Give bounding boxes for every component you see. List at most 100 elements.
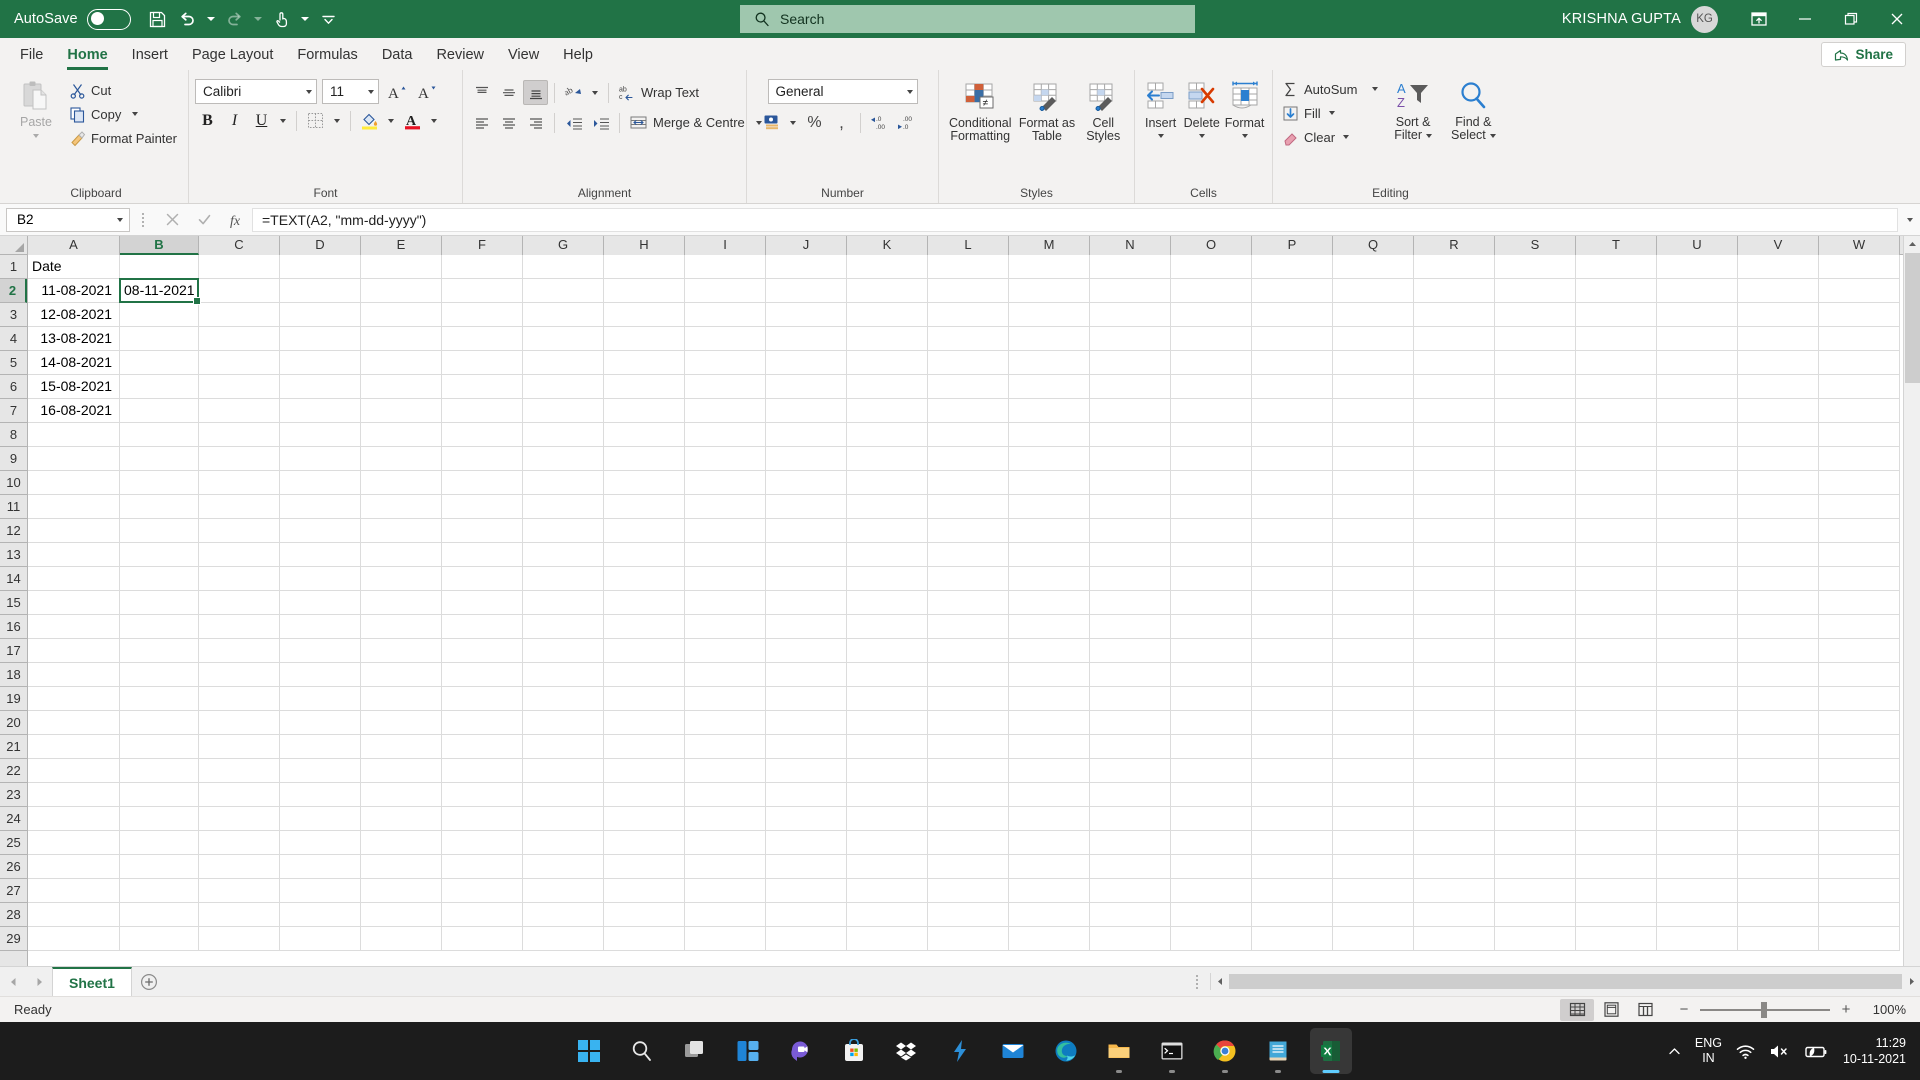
cell-u6[interactable] bbox=[1657, 375, 1738, 399]
cell-j20[interactable] bbox=[766, 711, 847, 735]
cell-j11[interactable] bbox=[766, 495, 847, 519]
cell-t23[interactable] bbox=[1576, 783, 1657, 807]
cell-h22[interactable] bbox=[604, 759, 685, 783]
cell-u29[interactable] bbox=[1657, 927, 1738, 951]
cell-d8[interactable] bbox=[280, 423, 361, 447]
formula-bar-grip[interactable] bbox=[136, 213, 150, 227]
cell-e26[interactable] bbox=[361, 855, 442, 879]
font-name-select[interactable]: Calibri bbox=[195, 79, 317, 104]
cell-e19[interactable] bbox=[361, 687, 442, 711]
cell-d18[interactable] bbox=[280, 663, 361, 687]
cell-g14[interactable] bbox=[523, 567, 604, 591]
cell-n24[interactable] bbox=[1090, 807, 1171, 831]
cell-f8[interactable] bbox=[442, 423, 523, 447]
cell-b10[interactable] bbox=[120, 471, 199, 495]
cell-a19[interactable] bbox=[28, 687, 120, 711]
cell-u21[interactable] bbox=[1657, 735, 1738, 759]
cell-m22[interactable] bbox=[1009, 759, 1090, 783]
minimize-button[interactable] bbox=[1782, 0, 1828, 38]
cell-w10[interactable] bbox=[1819, 471, 1900, 495]
save-button[interactable] bbox=[143, 4, 173, 34]
cell-f11[interactable] bbox=[442, 495, 523, 519]
cell-p3[interactable] bbox=[1252, 303, 1333, 327]
cell-k8[interactable] bbox=[847, 423, 928, 447]
column-header-f[interactable]: F bbox=[442, 236, 523, 255]
format-painter-button[interactable]: Format Painter bbox=[66, 126, 180, 150]
cell-r3[interactable] bbox=[1414, 303, 1495, 327]
cell-d11[interactable] bbox=[280, 495, 361, 519]
cell-q27[interactable] bbox=[1333, 879, 1414, 903]
cell-p29[interactable] bbox=[1252, 927, 1333, 951]
cell-r16[interactable] bbox=[1414, 615, 1495, 639]
cell-a4[interactable]: 13-08-2021 bbox=[28, 327, 120, 351]
volume-button[interactable] bbox=[1762, 1029, 1797, 1073]
row-header-25[interactable]: 25 bbox=[0, 831, 27, 855]
cell-a8[interactable] bbox=[28, 423, 120, 447]
paste-dropdown-caret[interactable] bbox=[33, 134, 39, 138]
cell-b15[interactable] bbox=[120, 591, 199, 615]
cell-q9[interactable] bbox=[1333, 447, 1414, 471]
cell-i26[interactable] bbox=[685, 855, 766, 879]
undo-dropdown[interactable] bbox=[203, 4, 220, 34]
cell-n23[interactable] bbox=[1090, 783, 1171, 807]
bold-button[interactable]: B bbox=[195, 108, 220, 133]
cell-d2[interactable] bbox=[280, 279, 361, 303]
cell-f25[interactable] bbox=[442, 831, 523, 855]
cell-r13[interactable] bbox=[1414, 543, 1495, 567]
cell-l6[interactable] bbox=[928, 375, 1009, 399]
cell-f10[interactable] bbox=[442, 471, 523, 495]
cell-r27[interactable] bbox=[1414, 879, 1495, 903]
cell-t8[interactable] bbox=[1576, 423, 1657, 447]
cell-l12[interactable] bbox=[928, 519, 1009, 543]
cell-c1[interactable] bbox=[199, 255, 280, 279]
cell-r20[interactable] bbox=[1414, 711, 1495, 735]
cell-s9[interactable] bbox=[1495, 447, 1576, 471]
cell-n11[interactable] bbox=[1090, 495, 1171, 519]
cell-i28[interactable] bbox=[685, 903, 766, 927]
cell-l18[interactable] bbox=[928, 663, 1009, 687]
tab-home[interactable]: Home bbox=[55, 40, 119, 70]
clear-dropdown[interactable] bbox=[1343, 135, 1349, 139]
cell-k14[interactable] bbox=[847, 567, 928, 591]
task-view-button[interactable] bbox=[674, 1028, 716, 1074]
insert-function-button[interactable]: fx bbox=[220, 207, 252, 233]
column-header-c[interactable]: C bbox=[199, 236, 280, 255]
cell-n18[interactable] bbox=[1090, 663, 1171, 687]
cell-p24[interactable] bbox=[1252, 807, 1333, 831]
start-button[interactable] bbox=[568, 1028, 610, 1074]
cell-t22[interactable] bbox=[1576, 759, 1657, 783]
cell-o27[interactable] bbox=[1171, 879, 1252, 903]
column-header-i[interactable]: I bbox=[685, 236, 766, 255]
cell-c17[interactable] bbox=[199, 639, 280, 663]
vertical-scrollbar[interactable] bbox=[1903, 236, 1920, 966]
row-header-24[interactable]: 24 bbox=[0, 807, 27, 831]
cell-n13[interactable] bbox=[1090, 543, 1171, 567]
cell-a7[interactable]: 16-08-2021 bbox=[28, 399, 120, 423]
cell-q1[interactable] bbox=[1333, 255, 1414, 279]
cell-v18[interactable] bbox=[1738, 663, 1819, 687]
cell-p25[interactable] bbox=[1252, 831, 1333, 855]
decrease-indent-button[interactable] bbox=[561, 110, 586, 135]
cell-b13[interactable] bbox=[120, 543, 199, 567]
cell-r12[interactable] bbox=[1414, 519, 1495, 543]
cell-v25[interactable] bbox=[1738, 831, 1819, 855]
cell-r19[interactable] bbox=[1414, 687, 1495, 711]
cell-o23[interactable] bbox=[1171, 783, 1252, 807]
cell-m20[interactable] bbox=[1009, 711, 1090, 735]
cell-m29[interactable] bbox=[1009, 927, 1090, 951]
cell-e7[interactable] bbox=[361, 399, 442, 423]
row-header-3[interactable]: 3 bbox=[0, 303, 27, 327]
formula-input[interactable]: =TEXT(A2, "mm-dd-yyyy") bbox=[252, 208, 1898, 232]
cell-k7[interactable] bbox=[847, 399, 928, 423]
cell-q29[interactable] bbox=[1333, 927, 1414, 951]
file-explorer-button[interactable] bbox=[1098, 1028, 1140, 1074]
autosave-control[interactable]: AutoSave bbox=[14, 9, 131, 30]
cell-j14[interactable] bbox=[766, 567, 847, 591]
cell-s26[interactable] bbox=[1495, 855, 1576, 879]
cell-j5[interactable] bbox=[766, 351, 847, 375]
cell-b21[interactable] bbox=[120, 735, 199, 759]
cell-l26[interactable] bbox=[928, 855, 1009, 879]
cell-k3[interactable] bbox=[847, 303, 928, 327]
cell-w17[interactable] bbox=[1819, 639, 1900, 663]
cell-v5[interactable] bbox=[1738, 351, 1819, 375]
